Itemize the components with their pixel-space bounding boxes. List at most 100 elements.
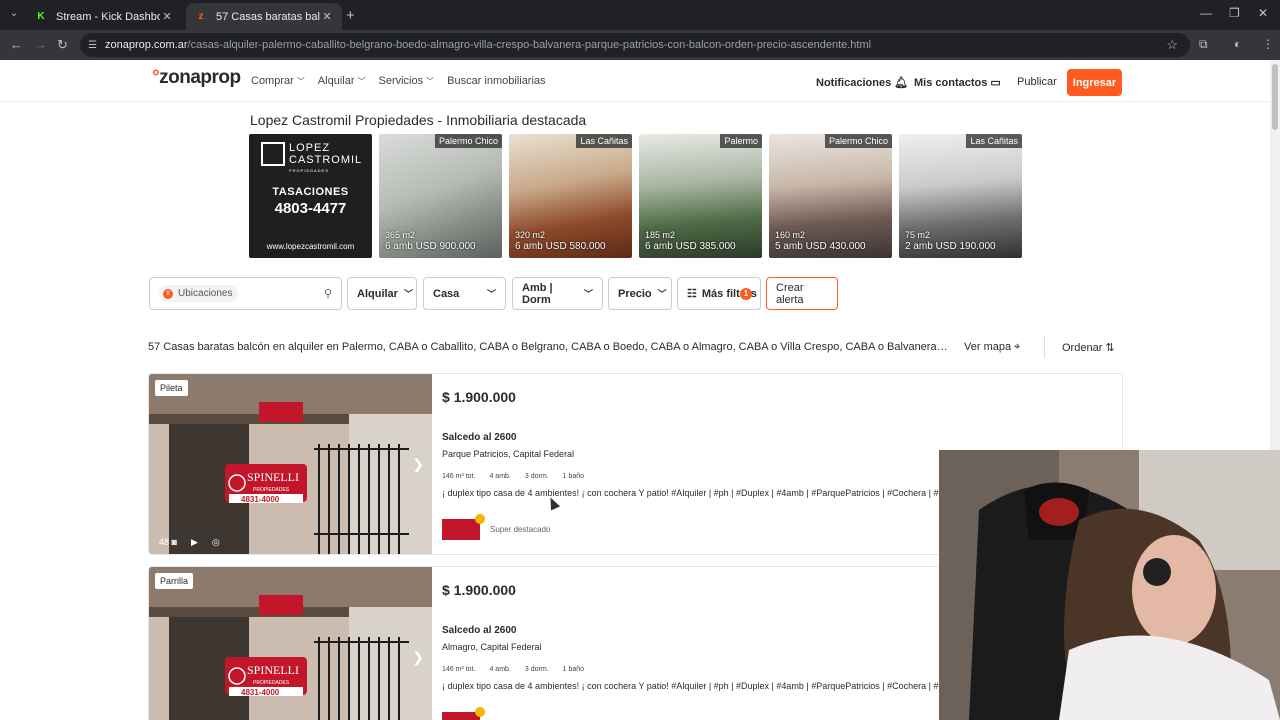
contacts-link[interactable]: Mis contactos ▭ [914, 76, 1001, 89]
bell-icon: 🔔︎ [894, 77, 909, 89]
publisher-logo[interactable] [442, 519, 480, 540]
feature-bedrooms: 3 dorm. [524, 473, 549, 480]
property-size: 75 m2 [905, 230, 931, 240]
browser-toolbar: ← → ↻ ☰ zonaprop.com.ar/casas-alquiler-p… [0, 30, 1280, 60]
site-header: °zonaprop Comprar ﹀ Alquilar ﹀ Servicios ﹀ … [0, 60, 1270, 102]
nav-alquilar[interactable]: Alquilar ﹀ [318, 75, 366, 87]
listing-photo[interactable]: SPINELLI PROPIEDADES 4831-4000 Pileta 48… [149, 374, 432, 554]
feature-area: 146 m² tot. [442, 666, 476, 673]
webcam-overlay [939, 450, 1280, 720]
browser-tab-kick[interactable]: K Stream - Kick Dashboard ✕ [26, 3, 182, 30]
feature-rooms: 4 amb. [489, 666, 511, 673]
map-pin-icon: ⌖ [1014, 341, 1021, 353]
zonaprop-logo[interactable]: °zonaprop [152, 67, 241, 89]
tab-search-icon[interactable]: ⌄ [6, 6, 22, 22]
neighborhood-badge: Palermo Chico [434, 134, 502, 148]
nav-label: Alquilar [317, 75, 355, 87]
featured-agency-title[interactable]: Lopez Castromil Propiedades - Inmobiliar… [250, 112, 586, 128]
search-icon[interactable]: ⚲ [324, 287, 332, 300]
next-photo-arrow-icon[interactable]: ❯ [412, 649, 424, 666]
listing-description[interactable]: ¡ duplex tipo casa de 4 ambientes! ¡ con… [442, 681, 942, 691]
extensions-icon[interactable]: ⧉ [1199, 37, 1208, 52]
sign-brand: SPINELLI [247, 470, 299, 484]
property-price: 6 amb USD 385.000 [645, 241, 736, 252]
nav-servicios[interactable]: Servicios ﹀ [378, 75, 434, 87]
listing-photo[interactable]: SPINELLI PROPIEDADES 4831-4000 Parrilla … [149, 567, 432, 720]
map-link[interactable]: Ver mapa ⌖ [964, 341, 1020, 354]
create-alert-button[interactable]: Crear alerta [766, 277, 838, 310]
maximize-icon[interactable]: ❐ [1229, 6, 1240, 20]
scrollbar-thumb[interactable] [1272, 64, 1278, 130]
address-bar[interactable]: ☰ zonaprop.com.ar/casas-alquiler-palermo… [80, 33, 1190, 57]
url-path: /casas-alquiler-palermo-caballito-belgra… [187, 39, 872, 51]
operation-filter[interactable]: Alquilar ﹀ [347, 277, 417, 310]
profile-avatar-icon[interactable]: ◐ [1234, 37, 1241, 51]
browser-tab-zonaprop[interactable]: z 57 Casas baratas balcón en alquiler ✕ [186, 3, 342, 30]
featured-property-2[interactable]: Las Cañitas 320 m2 6 amb USD 580.000 [509, 134, 632, 258]
listing-features: 146 m² tot. 4 amb. 3 dorm. 1 baño [442, 473, 584, 480]
close-tab-icon[interactable]: ✕ [320, 10, 334, 23]
listing-description[interactable]: ¡ duplex tipo casa de 4 ambientes! ¡ con… [442, 488, 942, 498]
nav-comprar[interactable]: Comprar ﹀ [251, 75, 305, 87]
browser-menu-icon[interactable]: ⋮ [1262, 37, 1274, 51]
location-filter[interactable]: 8 Ubicaciones ⚲ [149, 277, 342, 310]
chevron-down-icon: ﹀ [296, 77, 305, 86]
sign-sub: PROPIEDADES [253, 680, 290, 686]
chevron-down-icon: ﹀ [657, 289, 667, 299]
webcam-image [939, 450, 1280, 720]
rooms-filter[interactable]: Amb | Dorm ﹀ [512, 277, 603, 310]
house-facade-image: SPINELLI PROPIEDADES 4831-4000 [149, 374, 432, 554]
property-type-filter[interactable]: Casa ﹀ [423, 277, 506, 310]
notifications-link[interactable]: Notificaciones 🔔︎ [816, 76, 908, 89]
location-chip[interactable]: 8 Ubicaciones [159, 285, 239, 302]
close-window-icon[interactable]: ✕ [1258, 6, 1268, 20]
featured-property-4[interactable]: Palermo Chico 160 m2 5 amb USD 430.000 [769, 134, 892, 258]
feature-tag: Parrilla [155, 573, 194, 589]
agency-sub: PROPIEDADES [289, 168, 329, 173]
bookmark-star-icon[interactable]: ☆ [1166, 37, 1178, 53]
forward-icon[interactable]: → [34, 37, 47, 52]
featured-property-1[interactable]: Palermo Chico 365 m2 6 amb USD 900.000 [379, 134, 502, 258]
sort-label: Ordenar [1062, 342, 1103, 354]
more-filters-button[interactable]: ☷ Más filtros 1 [677, 277, 761, 310]
minimize-icon[interactable]: — [1200, 6, 1212, 20]
agency-phone: 4803-4477 [274, 200, 347, 217]
tab-title: 57 Casas baratas balcón en alquiler [216, 10, 320, 23]
featured-property-5[interactable]: Las Cañitas 75 m2 2 amb USD 190.000 [899, 134, 1022, 258]
feature-tag: Pileta [155, 380, 188, 396]
video-icon[interactable]: ▶ [191, 537, 198, 548]
location-count-icon: 8 [163, 288, 173, 299]
close-tab-icon[interactable]: ✕ [160, 10, 174, 23]
sliders-icon: ☷ [687, 288, 697, 300]
publish-link[interactable]: Publicar [1017, 76, 1057, 88]
neighborhood-badge: Las Cañitas [576, 134, 632, 148]
site-info-icon[interactable]: ☰ [88, 40, 97, 51]
property-size: 185 m2 [645, 230, 676, 240]
property-caption: 75 m2 2 amb USD 190.000 [905, 230, 996, 252]
reload-icon[interactable]: ↻ [57, 37, 68, 53]
featured-property-3[interactable]: Palermo 185 m2 6 amb USD 385.000 [639, 134, 762, 258]
logo-text: zonaprop [159, 67, 241, 88]
neighborhood-badge: Palermo Chico [824, 134, 892, 148]
property-caption: 185 m2 6 amb USD 385.000 [645, 230, 736, 252]
next-photo-arrow-icon[interactable]: ❯ [412, 456, 424, 473]
filter-label: Amb | Dorm [522, 281, 553, 306]
chevron-down-icon: ﹀ [583, 289, 593, 299]
back-icon[interactable]: ← [10, 37, 23, 52]
photo-count: 48 ◙ [159, 537, 177, 548]
sort-button[interactable]: Ordenar ⇅ [1062, 341, 1115, 354]
filter-label: Casa [433, 287, 460, 300]
nav-label: Comprar [251, 75, 294, 87]
nav-buscar-inmobiliarias[interactable]: Buscar inmobiliarias [447, 75, 545, 87]
new-tab-icon[interactable]: + [346, 7, 355, 24]
house-facade-image: SPINELLI PROPIEDADES 4831-4000 [149, 567, 432, 720]
agency-logo-banner[interactable]: LOPEZ CASTROMIL PROPIEDADES TASACIONES 48… [249, 134, 372, 258]
listing-location: Parque Patricios, Capital Federal [442, 449, 575, 459]
feature-bedrooms: 3 dorm. [524, 666, 549, 673]
property-size: 320 m2 [515, 230, 546, 240]
login-button[interactable]: Ingresar [1067, 69, 1122, 96]
chat-bubble-icon: ▭ [990, 77, 1001, 89]
feature-rooms: 4 amb. [489, 473, 511, 480]
price-filter[interactable]: Precio ﹀ [608, 277, 672, 310]
tour-360-icon[interactable]: ◎ [212, 537, 220, 548]
